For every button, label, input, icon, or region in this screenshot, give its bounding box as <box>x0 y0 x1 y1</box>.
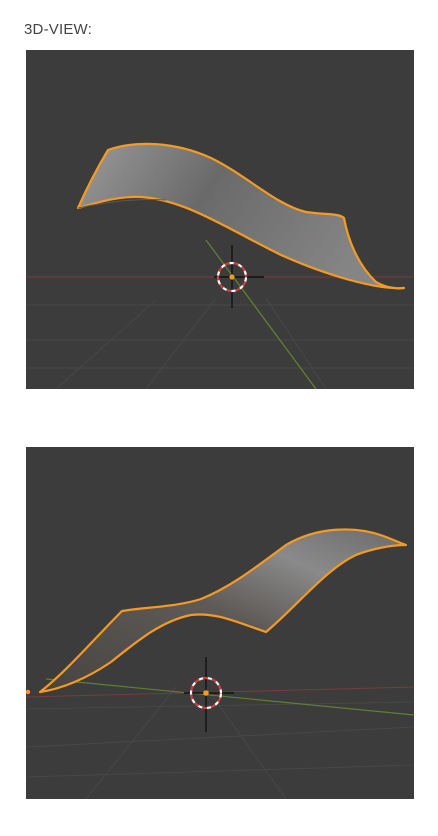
section-title: 3D-VIEW: <box>24 21 93 38</box>
curved-surface[interactable] <box>26 528 408 695</box>
origin-point-icon <box>229 274 235 280</box>
floor-grid <box>26 686 414 799</box>
viewport-bottom-canvas[interactable] <box>26 447 414 799</box>
viewport-bottom[interactable] <box>26 447 414 799</box>
3d-cursor-icon[interactable] <box>214 245 264 308</box>
origin-point-icon <box>203 690 209 696</box>
viewport-top-canvas[interactable] <box>26 50 414 389</box>
vertex-point <box>26 689 31 695</box>
floor-grid <box>26 297 414 389</box>
viewport-top[interactable] <box>26 50 414 389</box>
y-axis-line <box>45 678 414 716</box>
